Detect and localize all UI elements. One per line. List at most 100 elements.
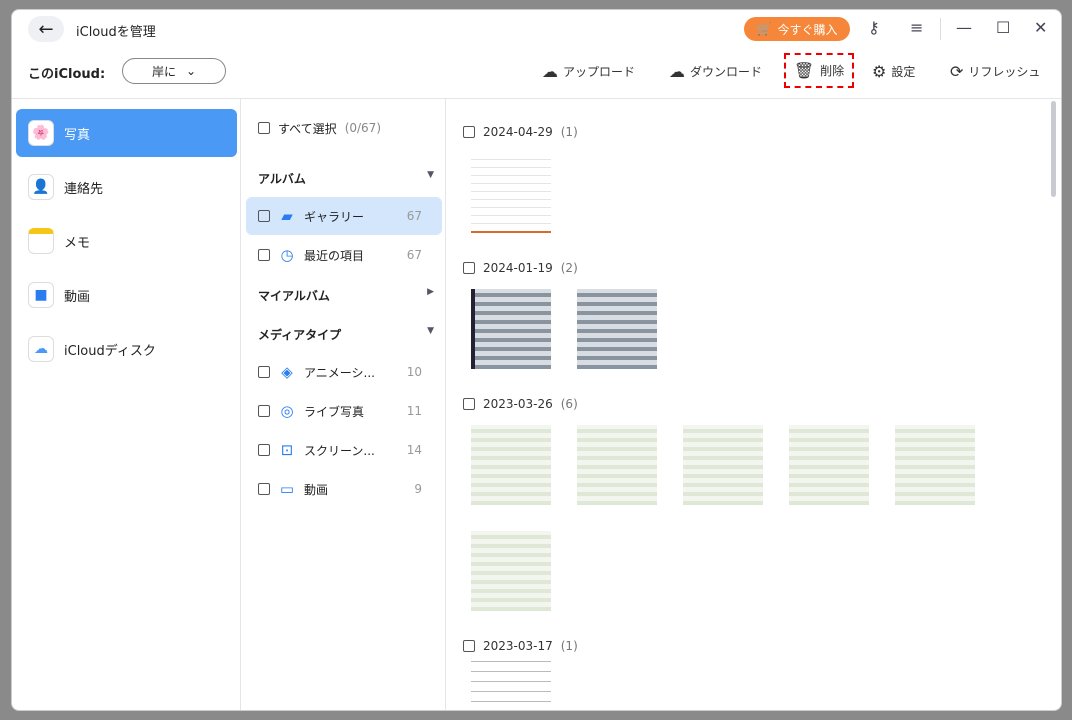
date-group-header[interactable]: 2024-04-29 (1) bbox=[463, 125, 578, 139]
album-panel: すべて選択 (0/67) アルバム ▼ ▰ ギャラリー 67 ◷ 最近の項目 67 マイアル… bbox=[242, 99, 446, 710]
triangle-right-icon: ▶ bbox=[427, 287, 434, 297]
menu-icon[interactable]: ≡ bbox=[910, 18, 923, 37]
photo-thumbnail[interactable] bbox=[471, 425, 551, 505]
cloud-download-icon: ☁ bbox=[669, 62, 685, 81]
group-count: (1) bbox=[560, 639, 578, 653]
date-group-header[interactable]: 2023-03-17 (1) bbox=[463, 639, 578, 653]
photo-thumbnail[interactable] bbox=[577, 289, 657, 369]
album-count: 67 bbox=[406, 209, 422, 223]
media-videos[interactable]: ▭ 動画 9 bbox=[246, 470, 442, 508]
sidebar-item-contacts[interactable]: 👤 連絡先 bbox=[16, 163, 237, 211]
account-name: 岸に bbox=[151, 64, 176, 79]
upload-button[interactable]: ☁ アップロード bbox=[542, 62, 635, 81]
close-button[interactable]: ✕ bbox=[1034, 18, 1047, 37]
checkbox[interactable] bbox=[258, 122, 270, 134]
checkbox[interactable] bbox=[258, 249, 270, 261]
checkbox[interactable] bbox=[258, 366, 270, 378]
photo-thumbnail[interactable] bbox=[471, 153, 551, 233]
select-all[interactable]: すべて選択 (0/67) bbox=[246, 109, 442, 147]
media-label: ライブ写真 bbox=[304, 404, 365, 419]
icloud-label: このiCloud: bbox=[28, 67, 106, 82]
sidebar-item-notes[interactable]: メモ bbox=[16, 217, 237, 265]
settings-button[interactable]: ⚙ 設定 bbox=[872, 62, 915, 81]
screenshot-icon: ⊡ bbox=[280, 441, 294, 459]
buy-now-button[interactable]: 🛒 今すぐ購入 bbox=[744, 17, 850, 41]
media-count: 11 bbox=[406, 404, 422, 418]
date-group-header[interactable]: 2023-03-26 (6) bbox=[463, 397, 578, 411]
key-icon[interactable]: ⚷ bbox=[868, 18, 880, 37]
photo-thumbnail[interactable] bbox=[895, 425, 975, 505]
refresh-button[interactable]: ⟳ リフレッシュ bbox=[950, 62, 1040, 81]
cloud-upload-icon: ☁ bbox=[542, 62, 558, 81]
media-count: 9 bbox=[414, 482, 422, 496]
media-count: 10 bbox=[406, 365, 422, 379]
date-group-header[interactable]: 2024-01-19 (2) bbox=[463, 261, 578, 275]
photo-thumbnail[interactable] bbox=[683, 425, 763, 505]
checkbox[interactable] bbox=[258, 210, 270, 222]
checkbox[interactable] bbox=[463, 126, 475, 138]
scrollbar[interactable] bbox=[1051, 101, 1056, 197]
account-select[interactable]: 岸に ⌄ bbox=[122, 58, 226, 84]
cloud-icon: ☁ bbox=[28, 336, 54, 362]
media-type-section-header[interactable]: メディアタイプ ▼ bbox=[258, 326, 434, 343]
my-album-section-header[interactable]: マイアルバム ▶ bbox=[258, 287, 434, 304]
photos-icon: 🌸 bbox=[28, 120, 54, 146]
checkbox[interactable] bbox=[463, 262, 475, 274]
photo-thumbnail[interactable] bbox=[577, 425, 657, 505]
group-count: (6) bbox=[560, 397, 578, 411]
video-camera-icon: ▭ bbox=[279, 480, 295, 498]
maximize-button[interactable]: ☐ bbox=[996, 18, 1010, 37]
photo-thumbnail[interactable] bbox=[471, 289, 551, 369]
album-section-header[interactable]: アルバム ▼ bbox=[258, 170, 434, 187]
album-gallery[interactable]: ▰ ギャラリー 67 bbox=[246, 197, 442, 235]
buy-label: 今すぐ購入 bbox=[777, 22, 838, 37]
animation-icon: ◈ bbox=[281, 363, 293, 381]
group-date: 2023-03-26 bbox=[483, 397, 553, 411]
media-screenshots[interactable]: ⊡ スクリーン... 14 bbox=[246, 431, 442, 469]
checkbox[interactable] bbox=[258, 483, 270, 495]
group-date: 2024-04-29 bbox=[483, 125, 553, 139]
group-count: (1) bbox=[560, 125, 578, 139]
photo-thumbnail[interactable] bbox=[789, 425, 869, 505]
media-animation[interactable]: ◈ アニメーシ... 10 bbox=[246, 353, 442, 391]
group-date: 2023-03-17 bbox=[483, 639, 553, 653]
checkbox[interactable] bbox=[258, 405, 270, 417]
group-count: (2) bbox=[560, 261, 578, 275]
album-label: 最近の項目 bbox=[304, 248, 365, 263]
group-date: 2024-01-19 bbox=[483, 261, 553, 275]
notes-icon bbox=[28, 228, 54, 254]
section-label: アルバム bbox=[258, 172, 306, 186]
live-photo-icon: ◎ bbox=[280, 402, 294, 420]
sidebar: 🌸 写真 👤 連絡先 メモ ■ 動画 ☁ iCloudディスク bbox=[12, 99, 241, 710]
settings-label: 設定 bbox=[891, 65, 916, 79]
sidebar-item-videos[interactable]: ■ 動画 bbox=[16, 271, 237, 319]
delete-label: 削除 bbox=[820, 64, 845, 78]
window-title: iCloudを管理 bbox=[76, 25, 156, 40]
arrow-left-icon: ← bbox=[38, 18, 54, 40]
image-icon: ▰ bbox=[281, 207, 293, 225]
back-button[interactable]: ← bbox=[28, 16, 64, 42]
album-recent[interactable]: ◷ 最近の項目 67 bbox=[246, 236, 442, 274]
checkbox[interactable] bbox=[463, 398, 475, 410]
sidebar-item-icloud-drive[interactable]: ☁ iCloudディスク bbox=[16, 325, 237, 373]
sidebar-item-label: 写真 bbox=[64, 127, 91, 143]
photo-grid: 2024-04-29 (1) 2024-01-19 (2) 2023-03-26 (6… bbox=[447, 99, 1061, 710]
download-button[interactable]: ☁ ダウンロード bbox=[669, 62, 762, 81]
album-label: ギャラリー bbox=[304, 209, 365, 224]
minimize-button[interactable]: — bbox=[956, 18, 972, 37]
delete-button[interactable]: 🗑 削除 bbox=[784, 53, 854, 88]
section-label: メディアタイプ bbox=[258, 328, 342, 342]
triangle-down-icon: ▼ bbox=[427, 326, 434, 336]
clock-icon: ◷ bbox=[280, 246, 294, 264]
media-live-photos[interactable]: ◎ ライブ写真 11 bbox=[246, 392, 442, 430]
app-window: ← iCloudを管理 🛒 今すぐ購入 ⚷ ≡ — ☐ ✕ このiCloud: 岸… bbox=[11, 9, 1062, 711]
photo-thumbnail[interactable] bbox=[471, 661, 551, 710]
photo-thumbnail[interactable] bbox=[471, 531, 551, 611]
sidebar-item-label: 連絡先 bbox=[64, 181, 104, 197]
checkbox[interactable] bbox=[463, 640, 475, 652]
sidebar-item-photos[interactable]: 🌸 写真 bbox=[16, 109, 237, 157]
checkbox[interactable] bbox=[258, 444, 270, 456]
media-label: スクリーン... bbox=[304, 443, 375, 458]
gear-icon: ⚙ bbox=[872, 62, 887, 81]
media-label: アニメーシ... bbox=[304, 365, 375, 380]
